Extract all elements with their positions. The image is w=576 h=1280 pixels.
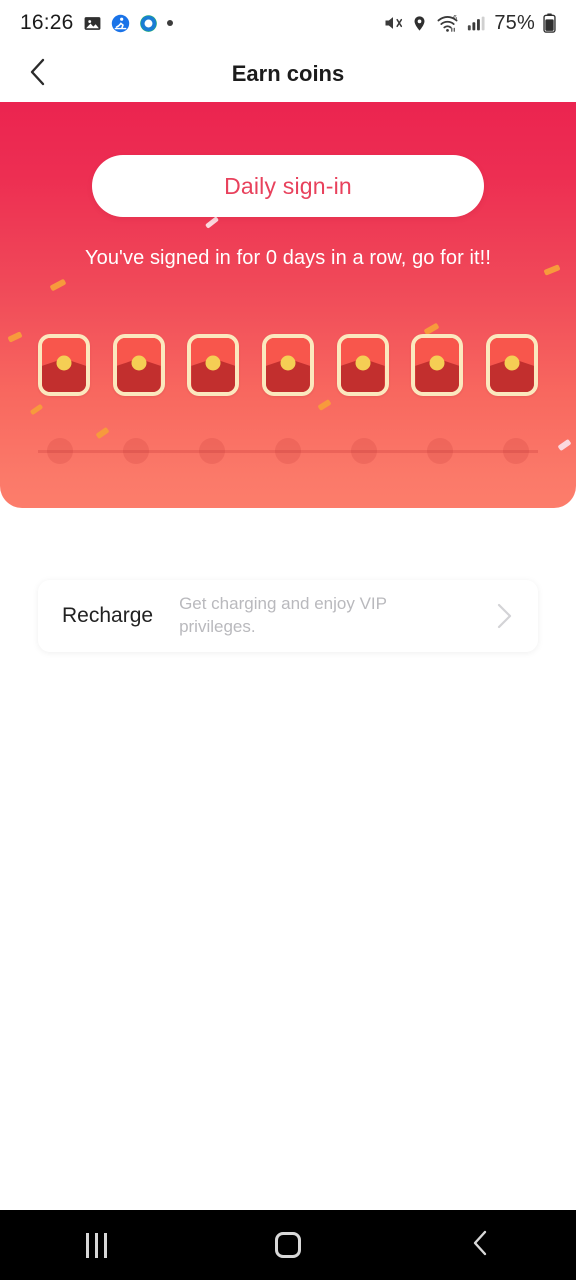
coin-icon (56, 355, 72, 371)
daily-signin-banner: Daily sign-in You've signed in for 0 day… (0, 102, 576, 508)
reward-envelope[interactable] (187, 334, 240, 396)
nav-home-button[interactable] (243, 1210, 333, 1280)
envelope-body (415, 338, 460, 392)
nav-back-button[interactable] (435, 1210, 525, 1280)
reward-envelope[interactable] (38, 334, 90, 396)
coin-icon (205, 355, 221, 371)
coin-icon (355, 355, 371, 371)
coin-icon (280, 355, 296, 371)
mute-icon (383, 13, 403, 33)
sync-icon (139, 14, 158, 33)
envelope-body (489, 338, 534, 392)
progress-dot[interactable] (199, 438, 225, 464)
reward-envelope[interactable] (411, 334, 464, 396)
battery-percent: 75% (494, 11, 535, 34)
reward-envelope[interactable] (261, 334, 314, 396)
status-bar: 16:26 6 75% (0, 0, 576, 46)
fitness-icon (111, 14, 130, 33)
android-nav-bar (0, 1210, 576, 1280)
status-bar-right: 6 75% (383, 12, 556, 35)
signal-bars-icon (467, 14, 486, 33)
home-icon (275, 1232, 301, 1258)
progress-dot[interactable] (123, 438, 149, 464)
envelope-body (42, 338, 86, 392)
nav-recents-button[interactable] (51, 1210, 141, 1280)
svg-text:6: 6 (453, 15, 457, 22)
progress-dot[interactable] (275, 438, 301, 464)
nav-back-icon (469, 1228, 491, 1263)
reward-envelope[interactable] (112, 334, 165, 396)
daily-signin-button[interactable]: Daily sign-in (92, 155, 484, 217)
coin-icon (131, 355, 147, 371)
chevron-left-icon (27, 57, 49, 92)
coin-icon (504, 355, 520, 371)
confetti-piece (204, 216, 220, 229)
photos-icon (83, 14, 102, 33)
status-time: 16:26 (20, 11, 74, 34)
dot-indicator-icon (166, 20, 173, 26)
recharge-card[interactable]: Recharge Get charging and enjoy VIP priv… (38, 580, 538, 652)
wifi-6-icon: 6 (436, 14, 459, 33)
progress-dot[interactable] (47, 438, 73, 464)
reward-envelope[interactable] (336, 334, 389, 396)
signin-streak-text: You've signed in for 0 days in a row, go… (85, 247, 491, 269)
progress-dot[interactable] (503, 438, 529, 464)
envelope-body (116, 338, 161, 392)
location-icon (411, 14, 428, 33)
page-title: Earn coins (231, 61, 345, 86)
recharge-title: Recharge (62, 604, 154, 627)
envelope-body (265, 338, 310, 392)
reward-envelope-row (0, 334, 576, 396)
battery-icon (543, 13, 556, 33)
reward-envelope[interactable] (485, 334, 538, 396)
envelope-body (191, 338, 236, 392)
app-header: Earn coins (0, 46, 576, 102)
signin-progress-track (0, 434, 576, 468)
envelope-body (340, 338, 385, 392)
status-bar-left: 16:26 (20, 11, 173, 35)
app-screen: 16:26 6 75% Earn coins Daily sign-in You… (0, 0, 576, 1280)
daily-signin-label: Daily sign-in (224, 172, 352, 199)
progress-dots (0, 434, 576, 468)
coin-icon (429, 355, 445, 371)
progress-dot[interactable] (351, 438, 377, 464)
recents-icon (85, 1232, 107, 1258)
chevron-right-icon (494, 601, 514, 631)
header-back-button[interactable] (10, 46, 66, 102)
recharge-subtitle: Get charging and enjoy VIP privileges. (179, 594, 387, 636)
confetti-piece (49, 278, 67, 292)
confetti-piece (317, 399, 332, 411)
confetti-piece (29, 403, 44, 416)
progress-dot[interactable] (427, 438, 453, 464)
